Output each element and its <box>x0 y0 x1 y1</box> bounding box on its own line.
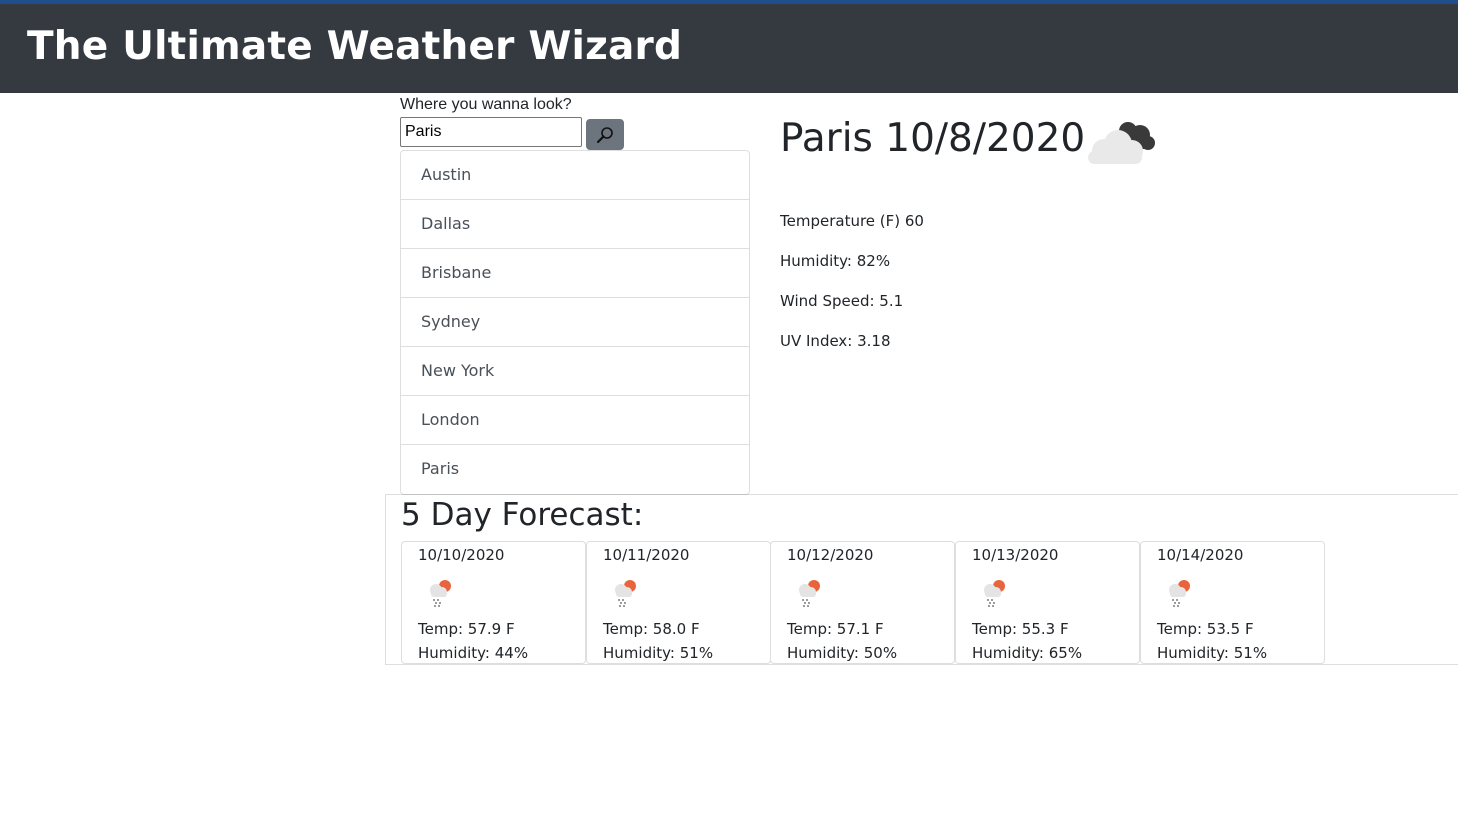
forecast-card: 10/11/2020 Temp: 58.0 F Humidity: 51% <box>586 541 771 664</box>
forecast-title: 5 Day Forecast: <box>401 497 644 533</box>
forecast-card: 10/14/2020 Temp: 53.5 F Humidity: 51% <box>1140 541 1325 664</box>
forecast-card: 10/10/2020 Temp: 57.9 F Humidity: 44% <box>401 541 586 664</box>
wind-speed-stat: Wind Speed: 5.1 <box>780 292 904 310</box>
city-item-paris[interactable]: Paris <box>401 445 749 494</box>
search-icon <box>596 126 613 143</box>
rain-sun-icon <box>424 574 458 612</box>
forecast-temp: Temp: 55.3 F <box>972 620 1069 638</box>
forecast-card: 10/12/2020 Temp: 57.1 F Humidity: 50% <box>770 541 955 664</box>
forecast-humidity: Humidity: 51% <box>603 644 714 662</box>
forecast-date: 10/12/2020 <box>787 546 874 564</box>
forecast-date: 10/11/2020 <box>603 546 690 564</box>
city-item-london[interactable]: London <box>401 396 749 445</box>
forecast-temp: Temp: 57.9 F <box>418 620 515 638</box>
search-button[interactable] <box>586 119 624 150</box>
cloudy-icon <box>1082 113 1162 174</box>
temperature-stat: Temperature (F) 60 <box>780 212 924 230</box>
forecast-temp: Temp: 58.0 F <box>603 620 700 638</box>
search-label: Where you wanna look? <box>400 96 572 113</box>
forecast-card: 10/13/2020 Temp: 55.3 F Humidity: 65% <box>955 541 1140 664</box>
rain-sun-icon <box>1163 574 1197 612</box>
uv-index-stat: UV Index: 3.18 <box>780 332 891 350</box>
forecast-humidity: Humidity: 50% <box>787 644 898 662</box>
forecast-humidity: Humidity: 65% <box>972 644 1083 662</box>
search-input[interactable] <box>400 117 582 147</box>
city-item-sydney[interactable]: Sydney <box>401 298 749 347</box>
city-history-list: Austin Dallas Brisbane Sydney New York L… <box>400 150 750 495</box>
rain-sun-icon <box>793 574 827 612</box>
forecast-humidity: Humidity: 51% <box>1157 644 1268 662</box>
forecast-temp: Temp: 57.1 F <box>787 620 884 638</box>
forecast-date: 10/13/2020 <box>972 546 1059 564</box>
city-item-austin[interactable]: Austin <box>401 151 749 200</box>
city-item-brisbane[interactable]: Brisbane <box>401 249 749 298</box>
rain-sun-icon <box>609 574 643 612</box>
forecast-date: 10/10/2020 <box>418 546 505 564</box>
app-header: The Ultimate Weather Wizard <box>0 4 1458 93</box>
humidity-stat: Humidity: 82% <box>780 252 891 270</box>
forecast-date: 10/14/2020 <box>1157 546 1244 564</box>
forecast-humidity: Humidity: 44% <box>418 644 529 662</box>
city-item-new-york[interactable]: New York <box>401 347 749 396</box>
current-city-title: Paris 10/8/2020 <box>780 116 1086 161</box>
rain-sun-icon <box>978 574 1012 612</box>
app-title: The Ultimate Weather Wizard <box>27 24 683 69</box>
forecast-temp: Temp: 53.5 F <box>1157 620 1254 638</box>
city-item-dallas[interactable]: Dallas <box>401 200 749 249</box>
